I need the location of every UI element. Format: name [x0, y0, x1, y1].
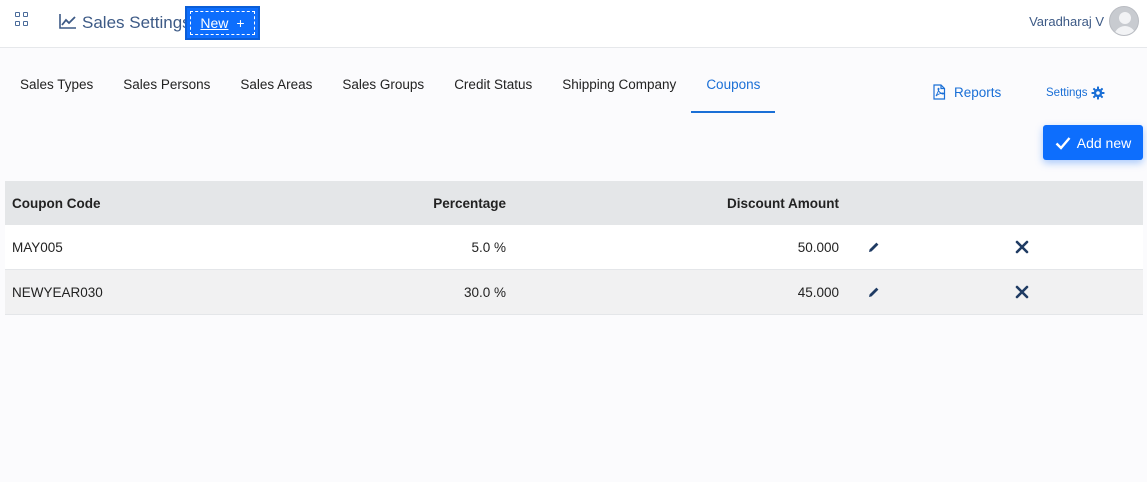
discount-amount-cell: 50.000 — [797, 239, 839, 255]
table-row: NEWYEAR030 30.0 % 45.000 — [5, 270, 1143, 315]
add-new-button[interactable]: Add new — [1043, 125, 1143, 160]
reports-link[interactable]: Reports — [932, 84, 1001, 100]
tab-coupons[interactable]: Coupons — [691, 62, 776, 113]
tab-sales-types[interactable]: Sales Types — [5, 62, 108, 113]
column-header-percentage[interactable]: Percentage — [433, 181, 506, 225]
delete-x-icon[interactable] — [1014, 270, 1030, 314]
settings-link[interactable]: Settings — [1046, 86, 1105, 100]
user-name[interactable]: Varadharaj V — [1029, 14, 1104, 29]
tab-shipping-company[interactable]: Shipping Company — [547, 62, 691, 113]
pdf-file-icon — [933, 84, 946, 100]
tab-sales-areas[interactable]: Sales Areas — [225, 62, 327, 113]
edit-pencil-icon[interactable] — [867, 270, 881, 314]
avatar[interactable] — [1109, 6, 1139, 36]
percentage-cell: 5.0 % — [471, 239, 506, 255]
tab-sales-groups[interactable]: Sales Groups — [327, 62, 439, 113]
plus-icon: + — [236, 15, 245, 31]
apps-grid-icon[interactable] — [15, 12, 29, 26]
gear-icon — [1091, 86, 1105, 100]
settings-tabs: Sales Types Sales Persons Sales Areas Sa… — [5, 62, 776, 113]
delete-x-icon[interactable] — [1014, 225, 1030, 269]
percentage-cell: 30.0 % — [463, 284, 506, 300]
coupons-table: Coupon Code Percentage Discount Amount M… — [5, 181, 1143, 315]
check-icon — [1055, 136, 1071, 150]
trend-chart-icon — [59, 14, 76, 29]
settings-label: Settings — [1046, 87, 1088, 99]
new-button[interactable]: New + — [185, 6, 260, 40]
new-button-label: New — [200, 15, 229, 31]
edit-pencil-icon[interactable] — [867, 225, 881, 269]
top-bar: Sales Settings New + Varadharaj V — [0, 0, 1147, 48]
discount-amount-cell: 45.000 — [797, 284, 839, 300]
tab-credit-status[interactable]: Credit Status — [439, 62, 547, 113]
coupon-code-cell: NEWYEAR030 — [12, 284, 103, 300]
column-header-discount-amount[interactable]: Discount Amount — [727, 181, 839, 225]
coupon-code-cell: MAY005 — [12, 239, 63, 255]
add-new-label: Add new — [1076, 134, 1132, 151]
column-header-coupon-code[interactable]: Coupon Code — [12, 181, 100, 225]
tab-sales-persons[interactable]: Sales Persons — [108, 62, 225, 113]
app-title: Sales Settings — [82, 13, 191, 32]
reports-label: Reports — [954, 84, 1002, 100]
table-header-row: Coupon Code Percentage Discount Amount — [5, 181, 1143, 225]
table-row: MAY005 5.0 % 50.000 — [5, 225, 1143, 270]
